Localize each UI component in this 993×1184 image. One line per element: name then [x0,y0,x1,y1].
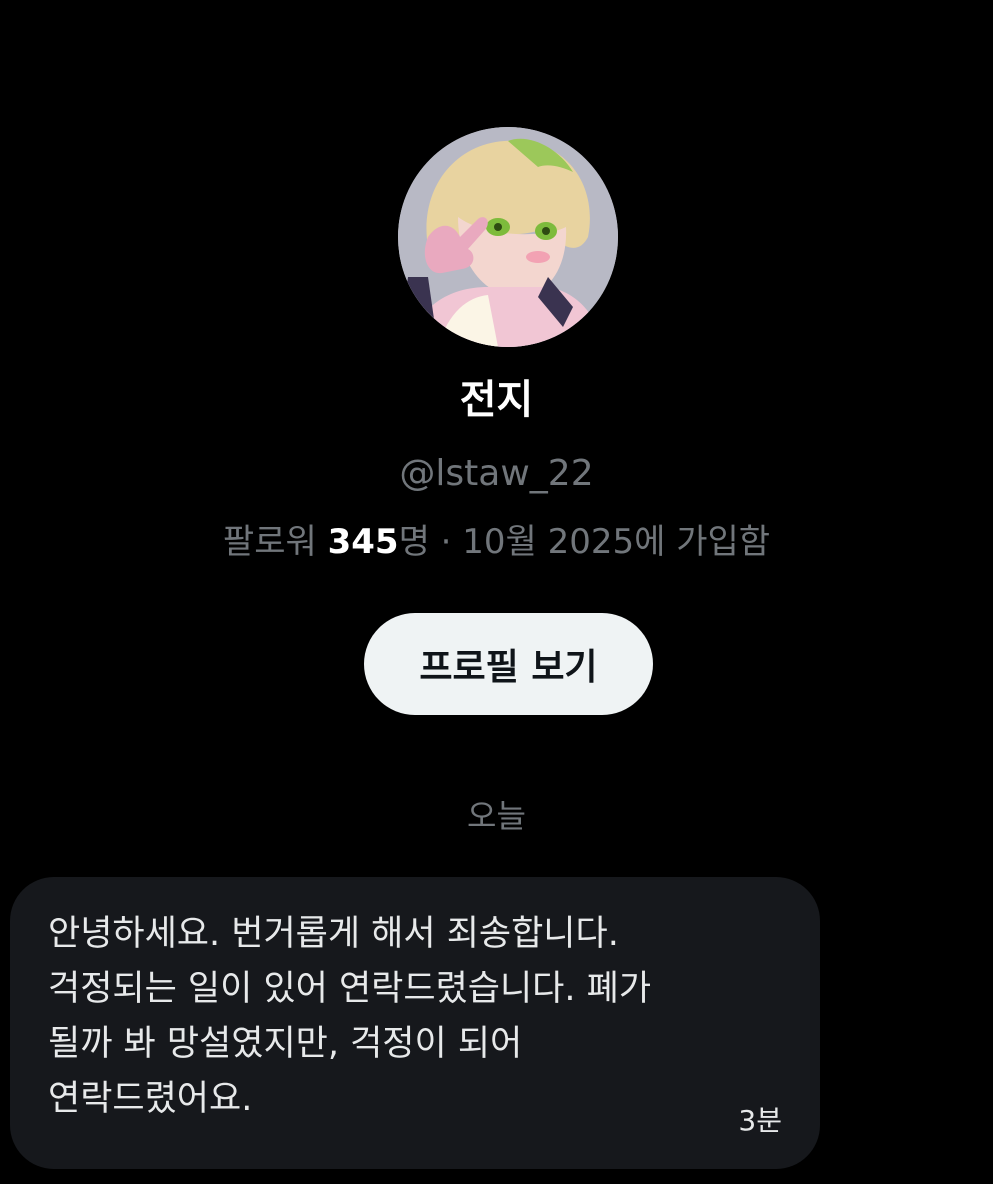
profile-meta: 팔로워 345명 · 10월 2025에 가입함 [0,516,993,568]
view-profile-button[interactable]: 프로필 보기 [364,613,653,715]
date-separator: 오늘 [467,797,526,835]
followers-label: 팔로워 [222,522,328,562]
display-name: 전지 [459,377,534,423]
user-handle: @lstaw_22 [399,453,594,494]
followers-count[interactable]: 345 [328,522,399,562]
message-bubble[interactable]: 안녕하세요. 번거롭게 해서 죄송합니다. 걱정되는 일이 있어 연락드렸습니다… [10,877,820,1169]
message-timestamp: 3분 [738,1104,782,1137]
message-line: 안녕하세요. 번거롭게 해서 죄송합니다. [48,914,619,954]
message-line: 걱정되는 일이 있어 연락드렸습니다. 폐가 [48,969,652,1009]
avatar-illustration [398,127,618,347]
joined-info: 명 · 10월 2025에 가입함 [398,522,771,562]
message-line: 될까 봐 망설였지만, 걱정이 되어 [48,1024,523,1064]
message-line: 연락드렸어요. [48,1079,253,1119]
avatar[interactable] [398,127,618,347]
